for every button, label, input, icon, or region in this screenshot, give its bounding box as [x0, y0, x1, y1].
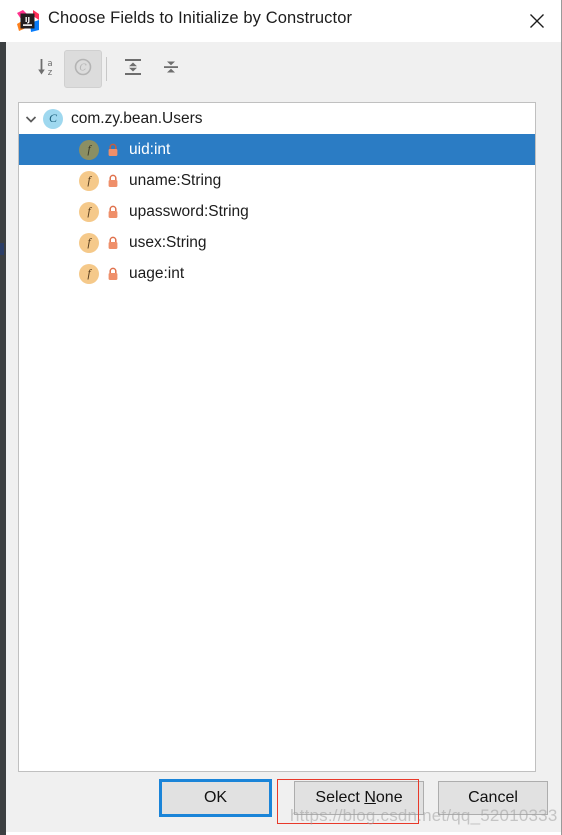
sort-alphabetically-button[interactable]: a z	[28, 50, 66, 88]
lock-icon	[106, 235, 120, 251]
field-icon: f	[79, 170, 99, 191]
lock-icon	[106, 204, 120, 220]
table-row[interactable]: f usex:String	[19, 227, 535, 258]
select-none-button-label: Select None	[315, 789, 402, 807]
expand-all-icon	[122, 56, 144, 83]
class-icon: C	[43, 108, 63, 129]
ok-button-label: OK	[203, 789, 228, 806]
field-label: uname:String	[129, 171, 222, 189]
lock-icon	[106, 142, 120, 158]
svg-text:C: C	[79, 62, 87, 73]
lock-icon	[106, 266, 120, 282]
field-label: uid:int	[129, 140, 171, 158]
table-row[interactable]: f uage:int	[19, 258, 535, 289]
cancel-button[interactable]: Cancel	[438, 781, 548, 815]
collapse-all-icon	[160, 56, 182, 83]
field-label: usex:String	[129, 233, 207, 251]
toolbar-separator	[106, 57, 107, 81]
label-prefix: Select	[315, 789, 365, 806]
dialog-toolbar: a z C	[6, 42, 561, 96]
field-icon: f	[79, 263, 99, 284]
group-by-class-button[interactable]: C	[64, 50, 102, 88]
dialog-button-bar: OK Select None Cancel	[6, 772, 561, 835]
svg-text:IJ: IJ	[25, 16, 30, 24]
field-icon: f	[79, 232, 99, 253]
ok-button[interactable]: OK	[159, 779, 272, 817]
lock-icon	[106, 173, 120, 189]
field-icon: f	[79, 201, 99, 222]
class-c-icon: C	[72, 56, 94, 83]
field-label: upassword:String	[129, 202, 249, 220]
intellij-idea-logo-icon: IJ	[17, 10, 39, 32]
class-name-label: com.zy.bean.Users	[71, 109, 203, 127]
expand-all-button[interactable]	[114, 50, 152, 88]
desktop-background: IJ Choose Fields to Initialize by Constr…	[0, 0, 562, 835]
dialog-titlebar: IJ Choose Fields to Initialize by Constr…	[6, 0, 561, 43]
table-row[interactable]: f uid:int	[19, 134, 535, 165]
collapse-all-button[interactable]	[152, 50, 190, 88]
svg-text:z: z	[48, 68, 53, 78]
sort-az-icon: a z	[36, 56, 58, 83]
field-icon: f	[79, 139, 99, 160]
label-suffix: one	[375, 789, 403, 806]
table-row[interactable]: f uname:String	[19, 165, 535, 196]
label-mnemonic: N	[364, 789, 376, 806]
fields-tree-panel[interactable]: C com.zy.bean.Users f uid:int f uname:St…	[18, 102, 536, 772]
close-icon[interactable]	[513, 0, 561, 41]
background-window-sliver	[0, 243, 4, 255]
choose-fields-dialog: IJ Choose Fields to Initialize by Constr…	[6, 0, 562, 835]
table-row[interactable]: f upassword:String	[19, 196, 535, 227]
dialog-title: Choose Fields to Initialize by Construct…	[48, 9, 353, 27]
field-label: uage:int	[129, 264, 185, 282]
cancel-button-label: Cancel	[468, 789, 518, 806]
chevron-down-icon[interactable]	[19, 113, 43, 125]
select-none-button[interactable]: Select None	[294, 781, 424, 815]
tree-row-class[interactable]: C com.zy.bean.Users	[19, 103, 535, 134]
